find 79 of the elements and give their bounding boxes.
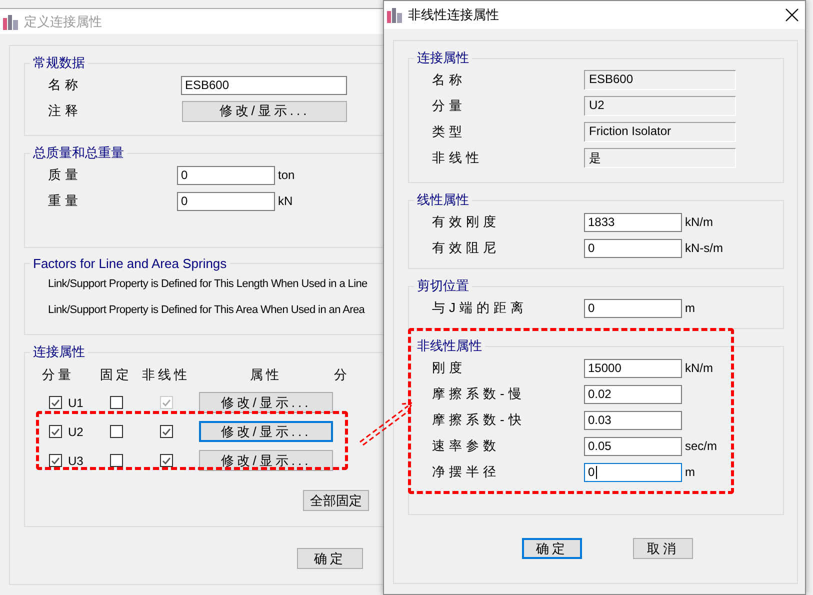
unit-label: kN — [278, 194, 293, 208]
field-label: 注释 — [47, 102, 83, 120]
checkbox[interactable] — [49, 425, 62, 438]
group-title: 连接属性 — [416, 49, 470, 67]
input-field[interactable]: 0 — [584, 298, 682, 318]
info-text: Link/Support Property is Defined for This Length When Used in a Line — [47, 278, 368, 290]
close-icon[interactable] — [785, 8, 799, 22]
field-label: 与J端的距离 — [431, 299, 528, 317]
unit-label: kN/m — [685, 361, 713, 375]
input-field[interactable]: 0.03 — [584, 410, 682, 430]
group-title: 常规数据 — [32, 54, 86, 72]
input-field[interactable]: 1833 — [584, 212, 682, 232]
group-title: Factors for Line and Area Springs — [32, 256, 228, 271]
column-header: 属性 — [249, 366, 283, 384]
group-title: 剪切位置 — [416, 277, 470, 295]
modify-button[interactable]: 修改/显示... — [199, 450, 333, 471]
field-label: 有效阻尼 — [431, 239, 501, 257]
unit-label: sec/m — [685, 439, 718, 453]
field-label: 净摆半径 — [431, 463, 501, 481]
unit-label: kN-s/m — [685, 241, 723, 255]
checkbox[interactable] — [110, 454, 122, 467]
fix-all-button[interactable]: 全部固定 — [303, 490, 369, 511]
field-label: 名称 — [431, 71, 467, 89]
input-field[interactable]: 0.02 — [584, 384, 682, 404]
dashed-arrow — [359, 402, 414, 446]
column-header: 固定 — [99, 366, 133, 384]
checkbox[interactable] — [49, 454, 62, 467]
field-label: 有效刚度 — [431, 213, 501, 231]
unit-label: m — [685, 301, 695, 315]
field-label: 速率参数 — [431, 437, 501, 455]
readonly-field: ESB600 — [584, 70, 736, 90]
column-header: 分量 — [42, 366, 75, 384]
cancel-button[interactable]: 取消 — [633, 538, 693, 559]
component-label: U2 — [68, 424, 84, 438]
info-text: Link/Support Property is Defined for This Area When Used in an Area — [47, 304, 365, 316]
field-label: 刚度 — [431, 359, 467, 377]
modify-button[interactable]: 修改/显示... — [199, 421, 333, 442]
field-label: 重量 — [47, 192, 83, 210]
checkbox[interactable] — [160, 454, 172, 467]
input-field[interactable]: 0 — [177, 166, 275, 184]
input-field[interactable]: 0 — [177, 192, 275, 210]
input-field[interactable]: 0 — [584, 462, 682, 482]
group-title: 连接属性 — [32, 343, 86, 361]
building-icon — [3, 14, 19, 30]
modify-button[interactable]: 修改/显示... — [182, 100, 347, 122]
unit-label: kN/m — [685, 215, 713, 229]
field-label: 分量 — [431, 97, 467, 115]
checkbox[interactable] — [49, 396, 62, 409]
modify-button[interactable]: 修改/显示... — [199, 392, 333, 413]
field-label: 非线性 — [431, 149, 484, 167]
input-field[interactable]: 0 — [584, 238, 682, 258]
checkbox[interactable] — [160, 425, 172, 438]
readonly-field: U2 — [584, 96, 736, 116]
unit-label: ton — [278, 168, 295, 182]
name-field[interactable]: ESB600 — [181, 76, 347, 94]
column-header: 分 — [334, 366, 351, 384]
field-label: 摩擦系数-快 — [431, 411, 526, 429]
readonly-field: Friction Isolator — [584, 122, 736, 142]
group-title: 线性属性 — [416, 191, 470, 209]
group-title: 总质量和总重量 — [32, 144, 125, 162]
unit-label: m — [685, 465, 695, 479]
column-header: 非线性 — [141, 366, 191, 384]
group-title: 非线性属性 — [416, 337, 483, 355]
window-title: 定义连接属性 — [24, 12, 102, 30]
checkbox[interactable] — [110, 425, 122, 438]
component-label: U3 — [68, 454, 84, 468]
ok-button[interactable]: 确定 — [522, 538, 582, 559]
input-field[interactable]: 15000 — [584, 358, 682, 378]
field-label: 摩擦系数-慢 — [431, 385, 526, 403]
checkbox[interactable] — [110, 396, 122, 409]
field-label: 类型 — [431, 123, 467, 141]
building-icon — [387, 7, 403, 23]
ok-button[interactable]: 确定 — [297, 548, 363, 569]
input-field[interactable]: 0.05 — [584, 436, 682, 456]
field-label: 名称 — [47, 76, 83, 94]
dialog-title: 非线性连接属性 — [408, 6, 499, 24]
readonly-field: 是 — [584, 148, 736, 168]
field-label: 质量 — [47, 166, 83, 184]
component-label: U1 — [68, 396, 84, 410]
